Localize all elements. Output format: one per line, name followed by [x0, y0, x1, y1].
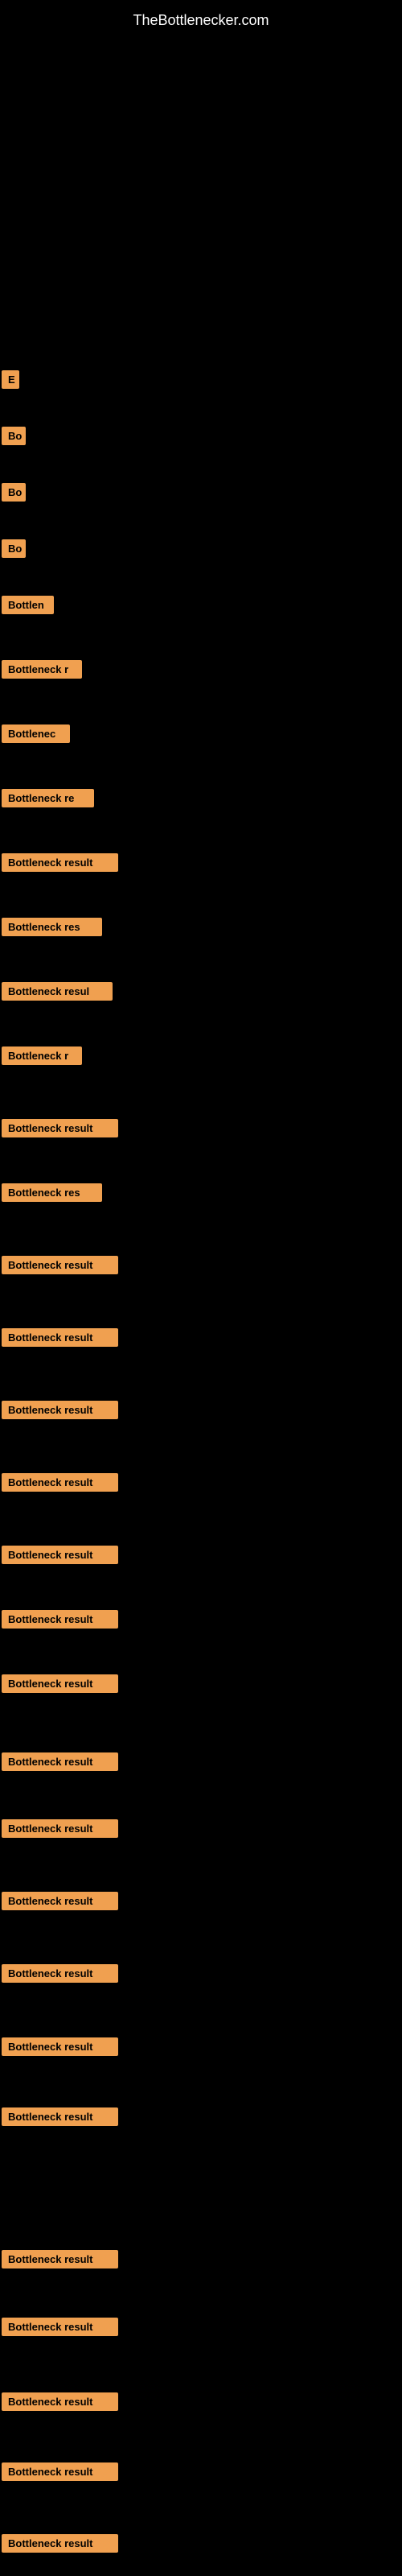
bottleneck-result-item[interactable]: Bottleneck resul [2, 982, 113, 1001]
bottleneck-result-item[interactable]: Bottleneck result [2, 1892, 118, 1910]
bottleneck-result-item[interactable]: Bottleneck result [2, 2107, 118, 2126]
bottleneck-result-item[interactable]: Bottleneck result [2, 2037, 118, 2056]
bottleneck-result-item[interactable]: Bottleneck result [2, 1610, 118, 1629]
bottleneck-result-item[interactable]: Bottleneck result [2, 1401, 118, 1419]
bottleneck-result-item[interactable]: Bottleneck result [2, 1752, 118, 1771]
bottleneck-result-item[interactable]: Bottleneck re [2, 789, 94, 807]
bottleneck-result-item[interactable]: Bottleneck res [2, 918, 102, 936]
bottleneck-result-item[interactable]: Bottlenec [2, 724, 70, 743]
bottleneck-result-item[interactable]: Bo [2, 427, 26, 445]
bottleneck-result-item[interactable]: Bottleneck result [2, 1328, 118, 1347]
bottleneck-result-item[interactable]: Bottleneck result [2, 1964, 118, 1983]
bottleneck-result-item[interactable]: Bottleneck result [2, 2392, 118, 2411]
bottleneck-result-item[interactable]: Bottleneck result [2, 2318, 118, 2336]
bottleneck-result-item[interactable]: Bottleneck r [2, 660, 82, 679]
bottleneck-result-item[interactable]: Bo [2, 483, 26, 502]
bottleneck-result-item[interactable]: Bottleneck result [2, 2462, 118, 2481]
bottleneck-result-item[interactable]: Bottleneck result [2, 1674, 118, 1693]
site-title: TheBottlenecker.com [0, 4, 402, 37]
bottleneck-result-item[interactable]: Bottleneck result [2, 1473, 118, 1492]
bottleneck-result-item[interactable]: Bottleneck result [2, 853, 118, 872]
bottleneck-result-item[interactable]: Bottleneck r [2, 1046, 82, 1065]
bottleneck-result-item[interactable]: Bottleneck result [2, 1546, 118, 1564]
bottleneck-result-item[interactable]: Bottleneck result [2, 2534, 118, 2553]
bottleneck-result-item[interactable]: Bottleneck result [2, 1119, 118, 1137]
bottleneck-result-item[interactable]: Bottleneck res [2, 1183, 102, 1202]
bottleneck-result-item[interactable]: Bottlen [2, 596, 54, 614]
bottleneck-result-item[interactable]: Bottleneck result [2, 2250, 118, 2268]
bottleneck-result-item[interactable]: E [2, 370, 19, 389]
bottleneck-result-item[interactable]: Bottleneck result [2, 1819, 118, 1838]
bottleneck-result-item[interactable]: Bottleneck result [2, 1256, 118, 1274]
bottleneck-result-item[interactable]: Bo [2, 539, 26, 558]
